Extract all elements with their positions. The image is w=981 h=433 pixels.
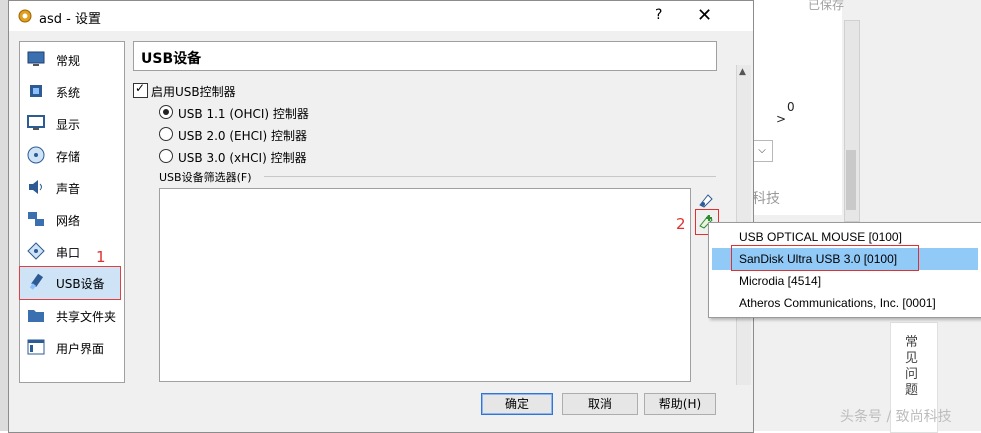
folder-icon xyxy=(28,310,44,322)
title-bar[interactable]: asd - 设置 ? ✕ xyxy=(9,1,753,31)
gear-icon xyxy=(18,9,32,23)
sidebar-item-storage[interactable]: 存储 xyxy=(20,140,124,170)
window-title: asd - 设置 xyxy=(39,12,101,27)
page-title-text: USB设备 xyxy=(141,51,202,67)
annotation-box-3 xyxy=(731,245,919,271)
background-dropdown[interactable]: ⌵ xyxy=(751,140,773,162)
scroll-up-icon[interactable]: ▲ xyxy=(739,67,746,77)
settings-sidebar: 常规 系统 显示 存储 声音 网络 串口 USB设备 共享文件夹 用户界面 xyxy=(19,41,125,383)
ok-button[interactable]: 确定 xyxy=(481,393,553,415)
sidebar-item-system[interactable]: 系统 xyxy=(20,76,124,106)
sidebar-item-label: 串口 xyxy=(56,246,81,260)
usb30-label: USB 3.0 (xHCI) 控制器 xyxy=(178,151,307,165)
radio-selected-dot xyxy=(163,109,169,115)
sidebar-item-shared-folders[interactable]: 共享文件夹 xyxy=(20,300,124,330)
annotation-number-2: 2 xyxy=(676,215,686,233)
background-text: 0 xyxy=(787,100,795,114)
help-dialog-button[interactable]: 帮助(H) xyxy=(644,393,716,415)
display-monitor-icon xyxy=(27,115,45,130)
sidebar-item-label: 网络 xyxy=(56,214,81,228)
background-chevron[interactable]: > xyxy=(776,112,786,126)
usb30-radio[interactable] xyxy=(159,149,173,163)
saved-label: 已保存 xyxy=(808,0,845,12)
sidebar-item-network[interactable]: 网络 xyxy=(20,204,124,234)
general-monitor-icon xyxy=(27,51,45,66)
sidebar-item-label: 用户界面 xyxy=(56,342,105,356)
page-title: USB设备 xyxy=(133,41,717,71)
close-button[interactable]: ✕ xyxy=(697,5,712,26)
sidebar-item-user-interface[interactable]: 用户界面 xyxy=(20,332,124,362)
sidebar-item-usb[interactable]: USB设备 xyxy=(19,266,121,300)
usb11-radio[interactable] xyxy=(159,105,173,119)
menu-item-label: Microdia [4514] xyxy=(739,274,822,288)
sidebar-item-audio[interactable]: 声音 xyxy=(20,172,124,202)
watermark: 头条号 / 致尚科技 xyxy=(840,409,952,425)
sidebar-item-label: 共享文件夹 xyxy=(56,310,117,324)
sidebar-item-label: 系统 xyxy=(56,86,81,100)
sidebar-item-label: 声音 xyxy=(56,182,81,196)
background-scroll-thumb[interactable] xyxy=(846,150,856,210)
system-chip-icon xyxy=(30,85,42,97)
group-divider xyxy=(264,176,716,177)
sidebar-item-display[interactable]: 显示 xyxy=(20,108,124,138)
sidebar-item-label: 常规 xyxy=(56,54,81,68)
sidebar-item-label: USB设备 xyxy=(56,277,105,291)
serial-port-icon xyxy=(27,242,45,260)
faq-label: 常见问题 xyxy=(905,335,919,398)
usb20-radio[interactable] xyxy=(159,127,173,141)
help-button[interactable]: ? xyxy=(655,7,662,23)
storage-disk-icon xyxy=(27,146,45,164)
checkmark-icon: ✓ xyxy=(135,81,146,95)
sidebar-item-general[interactable]: 常规 xyxy=(20,44,124,74)
usb20-label: USB 2.0 (EHCI) 控制器 xyxy=(178,129,308,143)
settings-dialog: asd - 设置 ? ✕ 常规 系统 显示 存储 声音 网络 串口 USB设备 … xyxy=(8,0,754,433)
sidebar-item-serial-port[interactable]: 串口 xyxy=(20,236,124,266)
menu-item-microdia[interactable]: Microdia [4514] xyxy=(709,270,981,292)
usb-filters-list[interactable] xyxy=(159,188,691,382)
usb11-label: USB 1.1 (OHCI) 控制器 xyxy=(178,107,309,121)
speaker-icon xyxy=(29,180,42,194)
user-interface-icon xyxy=(27,339,45,355)
add-empty-filter-icon[interactable] xyxy=(697,191,715,209)
enable-usb-label: 启用USB控制器 xyxy=(151,85,236,99)
network-icon xyxy=(28,212,44,226)
menu-item-atheros[interactable]: Atheros Communications, Inc. [0001] xyxy=(709,292,981,314)
usb-icon xyxy=(29,273,44,290)
annotation-number-1: 1 xyxy=(96,248,106,266)
sidebar-item-label: 显示 xyxy=(56,118,81,132)
background-text-keji: 科技 xyxy=(752,191,780,207)
menu-item-label: Atheros Communications, Inc. [0001] xyxy=(739,296,936,310)
menu-item-label: USB OPTICAL MOUSE [0100] xyxy=(739,230,902,244)
sidebar-item-label: 存储 xyxy=(56,150,81,164)
background-panel xyxy=(752,0,842,215)
enable-usb-checkbox[interactable]: ✓ xyxy=(133,81,148,98)
cancel-button[interactable]: 取消 xyxy=(562,393,638,415)
usb-filters-label: USB设备筛选器(F) xyxy=(159,171,252,184)
